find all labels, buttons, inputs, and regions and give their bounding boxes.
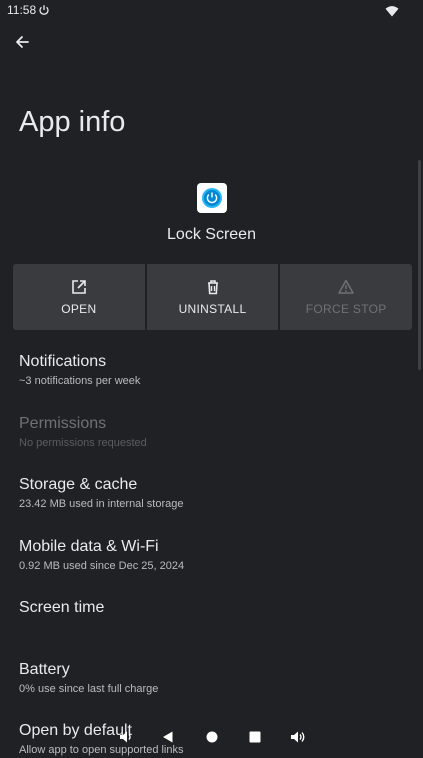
item-subtitle: 0.92 MB used since Dec 25, 2024 (19, 560, 185, 572)
power-button-icon (202, 188, 222, 208)
uninstall-button[interactable]: UNINSTALL (146, 264, 279, 330)
notifications-item[interactable]: Notifications ~3 notifications per week (19, 352, 409, 389)
arrow-back-icon (16, 36, 29, 48)
force-stop-button[interactable]: FORCE STOP (280, 264, 413, 330)
item-title: Battery (19, 661, 70, 678)
volume-down-icon (120, 731, 131, 743)
status-time: 11:58 (7, 3, 37, 17)
app-name: Lock Screen (167, 226, 256, 243)
mobile-data-item[interactable]: Mobile data & Wi-Fi 0.92 MB used since D… (19, 537, 409, 574)
square-recents-icon (249, 731, 261, 743)
home-button[interactable] (202, 727, 222, 747)
page-title: App info (19, 106, 126, 138)
volume-down-button[interactable] (116, 727, 136, 747)
volume-up-button[interactable] (288, 727, 308, 747)
open-button[interactable]: OPEN (13, 264, 145, 330)
item-title: Storage & cache (19, 476, 138, 493)
navigation-bar (0, 720, 423, 755)
item-subtitle: ~3 notifications per week (19, 375, 141, 387)
item-subtitle: No permissions requested (19, 437, 147, 449)
force-stop-label: FORCE STOP (305, 302, 387, 316)
back-nav-button[interactable] (158, 727, 178, 747)
app-actions: OPEN UNINSTALL FORCE STOP (13, 264, 413, 330)
open-external-icon (72, 280, 86, 294)
item-title: Mobile data & Wi-Fi (19, 538, 159, 555)
triangle-back-icon (163, 731, 173, 743)
storage-cache-item[interactable]: Storage & cache 23.42 MB used in interna… (19, 475, 409, 512)
battery-item[interactable]: Battery 0% use since last full charge (19, 660, 409, 697)
trash-icon (207, 280, 218, 295)
wifi-icon (385, 4, 399, 22)
item-title: Permissions (19, 415, 107, 432)
item-title: Notifications (19, 353, 107, 370)
item-title: Screen time (19, 599, 105, 616)
home-circle-icon (206, 731, 218, 743)
app-icon (197, 183, 227, 213)
open-label: OPEN (61, 302, 97, 316)
uninstall-label: UNINSTALL (178, 302, 247, 316)
permissions-item[interactable]: Permissions No permissions requested (19, 414, 409, 451)
scrollbar[interactable] (418, 160, 421, 370)
warning-icon (338, 279, 354, 294)
power-icon (38, 3, 50, 21)
item-subtitle: 23.42 MB used in internal storage (19, 498, 184, 510)
volume-up-icon (291, 731, 305, 743)
back-button[interactable] (10, 30, 34, 54)
status-bar: 11:58 (0, 0, 423, 22)
screen-time-item[interactable]: Screen time (19, 598, 409, 618)
recents-button[interactable] (245, 727, 265, 747)
item-subtitle: 0% use since last full charge (19, 683, 159, 695)
